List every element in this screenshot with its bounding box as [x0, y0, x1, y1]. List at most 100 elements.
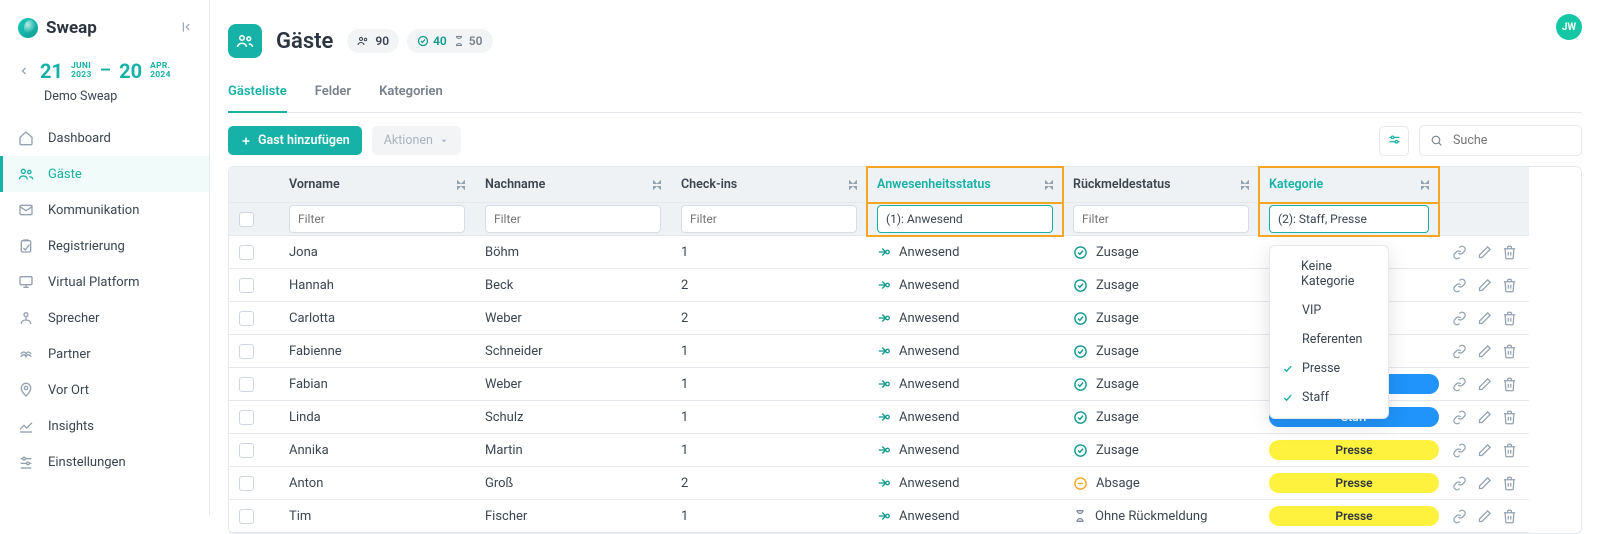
edit-icon[interactable] — [1477, 278, 1492, 293]
link-icon[interactable] — [1452, 509, 1467, 524]
search-box[interactable] — [1419, 125, 1582, 156]
avatar[interactable]: JW — [1556, 14, 1582, 40]
collapse-sidebar-icon[interactable] — [181, 20, 195, 34]
checkbox[interactable] — [239, 443, 254, 458]
category-dropdown[interactable]: Keine KategorieVIP Referenten Presse Staff — [1269, 245, 1389, 419]
filter-vorname[interactable] — [279, 203, 475, 236]
filter-input[interactable] — [289, 205, 465, 233]
filter-value[interactable]: (1): Anwesend — [877, 205, 1053, 233]
col-response[interactable]: Rückmeldestatus — [1063, 167, 1259, 203]
dropdown-option[interactable]: Referenten — [1270, 325, 1388, 354]
link-icon[interactable] — [1452, 245, 1467, 260]
delete-icon[interactable] — [1502, 443, 1517, 458]
sidebar-item-registration[interactable]: Registrierung — [0, 228, 209, 264]
row-checkbox[interactable] — [229, 401, 279, 434]
checkbox[interactable] — [239, 212, 254, 227]
tab-categories[interactable]: Kategorien — [379, 74, 443, 112]
checkbox[interactable] — [239, 476, 254, 491]
cell-checkins: 1 — [671, 236, 867, 269]
add-guest-button[interactable]: Gast hinzufügen — [228, 126, 362, 155]
select-all[interactable] — [229, 203, 279, 236]
response-icon — [1073, 476, 1088, 491]
dropdown-option[interactable]: Keine Kategorie — [1270, 252, 1388, 296]
col-checkins[interactable]: Check-ins — [671, 167, 867, 203]
sidebar-item-virtual[interactable]: Virtual Platform — [0, 264, 209, 300]
checkbox[interactable] — [239, 278, 254, 293]
edit-icon[interactable] — [1477, 245, 1492, 260]
link-icon[interactable] — [1452, 476, 1467, 491]
dropdown-option[interactable]: Presse — [1270, 354, 1388, 383]
filter-checkins[interactable] — [671, 203, 867, 236]
filter-nachname[interactable] — [475, 203, 671, 236]
sidebar-item-guests[interactable]: Gäste — [0, 156, 209, 192]
dropdown-option-label: Referenten — [1302, 332, 1362, 347]
monitor-icon — [18, 274, 34, 290]
search-input[interactable] — [1451, 132, 1571, 149]
checkbox[interactable] — [239, 311, 254, 326]
sidebar-item-communication[interactable]: Kommunikation — [0, 192, 209, 228]
row-checkbox[interactable] — [229, 335, 279, 368]
edit-icon[interactable] — [1477, 311, 1492, 326]
sidebar-item-partner[interactable]: Partner — [0, 336, 209, 372]
dropdown-option-label: Staff — [1302, 390, 1329, 405]
cell-nachname: Schneider — [475, 335, 671, 368]
row-checkbox[interactable] — [229, 269, 279, 302]
delete-icon[interactable] — [1502, 311, 1517, 326]
sidebar-item-insights[interactable]: Insights — [0, 408, 209, 444]
checkbox[interactable] — [239, 245, 254, 260]
tab-guestlist[interactable]: Gästeliste — [228, 74, 287, 113]
sidebar-item-settings[interactable]: Einstellungen — [0, 444, 209, 480]
checkbox[interactable] — [239, 344, 254, 359]
filter-input[interactable] — [681, 205, 857, 233]
edit-icon[interactable] — [1477, 410, 1492, 425]
edit-icon[interactable] — [1477, 509, 1492, 524]
back-icon[interactable] — [18, 65, 30, 77]
delete-icon[interactable] — [1502, 377, 1517, 392]
link-icon[interactable] — [1452, 377, 1467, 392]
col-vorname[interactable]: Vorname — [279, 167, 475, 203]
filter-attendance[interactable]: (1): Anwesend — [867, 203, 1063, 236]
link-icon[interactable] — [1452, 344, 1467, 359]
dropdown-option[interactable]: Staff — [1270, 383, 1388, 412]
delete-icon[interactable] — [1502, 245, 1517, 260]
row-checkbox[interactable] — [229, 368, 279, 401]
row-checkbox[interactable] — [229, 434, 279, 467]
delete-icon[interactable] — [1502, 410, 1517, 425]
link-icon[interactable] — [1452, 410, 1467, 425]
filter-input[interactable] — [1073, 205, 1249, 233]
checkbox[interactable] — [239, 377, 254, 392]
row-checkbox[interactable] — [229, 236, 279, 269]
checkbox[interactable] — [239, 410, 254, 425]
filter-settings-button[interactable] — [1379, 126, 1409, 156]
edit-icon[interactable] — [1477, 443, 1492, 458]
delete-icon[interactable] — [1502, 344, 1517, 359]
sidebar-item-speakers[interactable]: Sprecher — [0, 300, 209, 336]
row-checkbox[interactable] — [229, 302, 279, 335]
edit-icon[interactable] — [1477, 476, 1492, 491]
col-category[interactable]: Kategorie — [1259, 167, 1439, 203]
col-nachname[interactable]: Nachname — [475, 167, 671, 203]
tab-fields[interactable]: Felder — [315, 74, 351, 112]
delete-icon[interactable] — [1502, 476, 1517, 491]
delete-icon[interactable] — [1502, 509, 1517, 524]
row-checkbox[interactable] — [229, 467, 279, 500]
link-icon[interactable] — [1452, 311, 1467, 326]
row-actions — [1439, 302, 1529, 335]
checkbox[interactable] — [239, 509, 254, 524]
row-checkbox[interactable] — [229, 500, 279, 533]
delete-icon[interactable] — [1502, 278, 1517, 293]
actions-button[interactable]: Aktionen — [372, 126, 461, 155]
dropdown-option[interactable]: VIP — [1270, 296, 1388, 325]
edit-icon[interactable] — [1477, 377, 1492, 392]
edit-icon[interactable] — [1477, 344, 1492, 359]
event-date-nav[interactable]: 21 JUNI2023 – 20 APR.2024 — [0, 56, 209, 89]
filter-input[interactable] — [485, 205, 661, 233]
sidebar-item-onsite[interactable]: Vor Ort — [0, 372, 209, 408]
filter-category[interactable]: (2): Staff, Presse — [1259, 203, 1439, 236]
col-attendance[interactable]: Anwesenheitsstatus — [867, 167, 1063, 203]
link-icon[interactable] — [1452, 278, 1467, 293]
link-icon[interactable] — [1452, 443, 1467, 458]
sidebar-item-dashboard[interactable]: Dashboard — [0, 120, 209, 156]
filter-response[interactable] — [1063, 203, 1259, 236]
filter-value[interactable]: (2): Staff, Presse — [1269, 205, 1429, 233]
